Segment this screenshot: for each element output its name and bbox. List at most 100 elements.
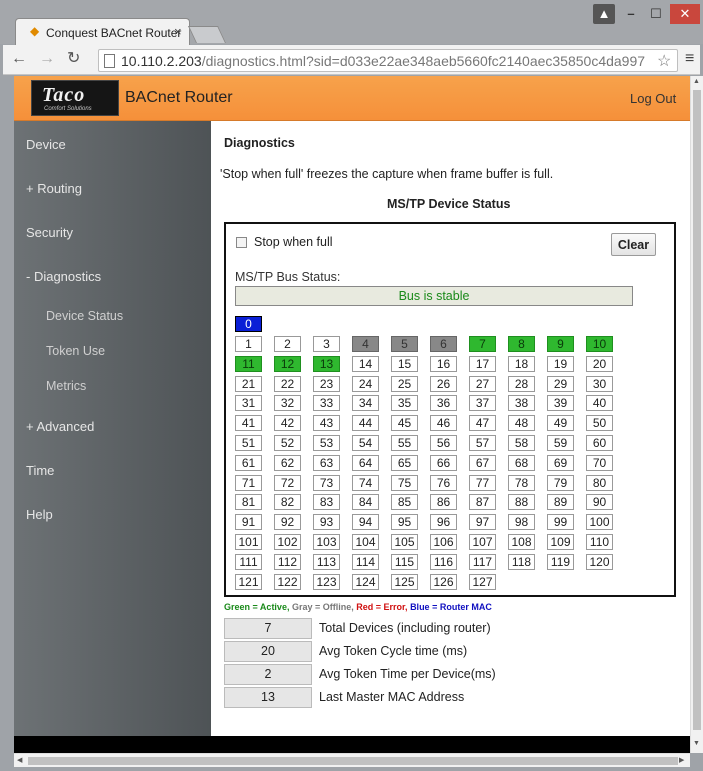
stop-when-full-label: Stop when full <box>254 235 333 249</box>
browser-menu-icon[interactable]: ≡ <box>685 50 694 68</box>
mac-cell-9: 9 <box>547 336 574 352</box>
mac-cell-85: 85 <box>391 494 418 511</box>
mac-cell-19: 19 <box>547 355 574 372</box>
sidebar-item-device-status[interactable]: Device Status <box>46 309 123 323</box>
mac-cell-111: 111 <box>235 553 262 570</box>
page-title: Diagnostics <box>224 136 295 150</box>
mac-cell-119: 119 <box>547 553 574 570</box>
mac-cell-102: 102 <box>274 534 301 550</box>
bus-status-value: Bus is stable <box>235 286 633 306</box>
maximize-icon[interactable]: ☐ <box>645 4 667 24</box>
back-arrow-icon[interactable]: ← <box>11 51 27 67</box>
device-status-heading: MS/TP Device Status <box>387 197 511 211</box>
tab-close-icon[interactable]: × <box>174 24 182 39</box>
mac-cell-42: 42 <box>274 415 301 432</box>
mac-cell-79: 79 <box>547 474 574 491</box>
mac-cell-48: 48 <box>508 415 535 432</box>
mac-cell-70: 70 <box>586 454 613 471</box>
mac-cell-20: 20 <box>586 355 613 372</box>
sidebar-item-diagnostics[interactable]: - Diagnostics <box>26 269 101 284</box>
scroll-down-icon[interactable]: ▼ <box>693 740 700 747</box>
user-profile-icon[interactable]: ▲ <box>593 4 615 24</box>
mac-cell-4: 4 <box>352 336 379 352</box>
address-toolbar: ← → ↻ 10.110.2.203/diagnostics.html?sid=… <box>3 45 700 75</box>
horizontal-scroll-thumb[interactable] <box>28 757 678 765</box>
logout-link[interactable]: Log Out <box>630 91 676 106</box>
mac-cell-71: 71 <box>235 474 262 491</box>
mac-cell-50: 50 <box>586 415 613 432</box>
mac-cell-110: 110 <box>586 534 613 550</box>
sidebar-item-security[interactable]: Security <box>26 225 73 240</box>
total-devices-value: 7 <box>224 618 312 639</box>
mac-cell-52: 52 <box>274 435 301 451</box>
mac-cell-83: 83 <box>313 494 340 511</box>
mac-cell-37: 37 <box>469 395 496 412</box>
clear-button[interactable]: Clear <box>611 233 656 256</box>
browser-tab[interactable]: ◆ Conquest BACnet Router × <box>15 18 190 46</box>
browser-window: ◆ Conquest BACnet Router × ▲ – ☐ ✕ ← → ↻… <box>0 0 703 771</box>
mac-cell-54: 54 <box>352 435 379 451</box>
mac-cell-16: 16 <box>430 355 457 372</box>
mac-cell-23: 23 <box>313 375 340 392</box>
mac-cell-10: 10 <box>586 336 613 352</box>
mac-cell-11: 11 <box>235 355 262 372</box>
sidebar-item-metrics[interactable]: Metrics <box>46 379 86 393</box>
mac-cell-15: 15 <box>391 355 418 372</box>
mac-cell-3: 3 <box>313 336 340 352</box>
scroll-up-icon[interactable]: ▲ <box>693 78 700 85</box>
reload-icon[interactable]: ↻ <box>67 51 80 67</box>
horizontal-scrollbar[interactable]: ◀ ▶ <box>14 753 690 767</box>
mac-cell-61: 61 <box>235 454 262 471</box>
minimize-icon[interactable]: – <box>620 4 642 24</box>
close-window-icon[interactable]: ✕ <box>670 4 700 24</box>
mac-cell-87: 87 <box>469 494 496 511</box>
sidebar-item-advanced[interactable]: + Advanced <box>26 419 94 434</box>
new-tab-button[interactable] <box>188 26 226 43</box>
sidebar-nav: Device + Routing Security - Diagnostics … <box>14 121 211 753</box>
mac-cell-47: 47 <box>469 415 496 432</box>
last-master-label: Last Master MAC Address <box>319 690 465 704</box>
sidebar-item-time[interactable]: Time <box>26 463 54 478</box>
mac-cell-123: 123 <box>313 573 340 590</box>
vertical-scrollbar[interactable]: ▲ ▼ <box>690 76 703 753</box>
sidebar-item-token-use[interactable]: Token Use <box>46 344 105 358</box>
mac-cell-62: 62 <box>274 454 301 471</box>
mac-cell-101: 101 <box>235 534 262 550</box>
mac-cell-78: 78 <box>508 474 535 491</box>
mac-cell-75: 75 <box>391 474 418 491</box>
page-footer <box>14 736 690 753</box>
vertical-scroll-thumb[interactable] <box>693 90 701 730</box>
sidebar-item-routing[interactable]: + Routing <box>26 181 82 196</box>
mac-cell-12: 12 <box>274 355 301 372</box>
forward-arrow-icon[interactable]: → <box>39 51 55 67</box>
tab-title: Conquest BACnet Router <box>46 26 182 40</box>
avg-cycle-label: Avg Token Cycle time (ms) <box>319 644 468 658</box>
mac-cell-29: 29 <box>547 375 574 392</box>
scroll-left-icon[interactable]: ◀ <box>17 756 22 764</box>
mac-cell-114: 114 <box>352 553 379 570</box>
mac-cell-44: 44 <box>352 415 379 432</box>
mac-cell-57: 57 <box>469 435 496 451</box>
mac-cell-84: 84 <box>352 494 379 511</box>
mac-cell-88: 88 <box>508 494 535 511</box>
sidebar-item-help[interactable]: Help <box>26 507 53 522</box>
mac-cell-116: 116 <box>430 553 457 570</box>
capture-note: 'Stop when full' freezes the capture whe… <box>220 167 554 181</box>
scroll-right-icon[interactable]: ▶ <box>679 756 684 764</box>
site-favicon-icon: ◆ <box>30 24 40 38</box>
address-bar[interactable]: 10.110.2.203/diagnostics.html?sid=d033e2… <box>98 49 678 72</box>
mac-cell-80: 80 <box>586 474 613 491</box>
status-legend: Green = Active, Gray = Offline, Red = Er… <box>224 602 492 612</box>
stop-when-full-checkbox[interactable] <box>236 237 247 248</box>
mac-cell-56: 56 <box>430 435 457 451</box>
mac-cell-64: 64 <box>352 454 379 471</box>
mac-cell-106: 106 <box>430 534 457 550</box>
device-status-panel: Stop when full Clear MS/TP Bus Status: B… <box>224 222 676 597</box>
page-icon <box>104 54 115 68</box>
bookmark-star-icon[interactable]: ☆ <box>657 51 671 71</box>
mac-cell-40: 40 <box>586 395 613 412</box>
mac-cell-39: 39 <box>547 395 574 412</box>
mac-cell-118: 118 <box>508 553 535 570</box>
mac-cell-28: 28 <box>508 375 535 392</box>
sidebar-item-device[interactable]: Device <box>26 137 66 152</box>
